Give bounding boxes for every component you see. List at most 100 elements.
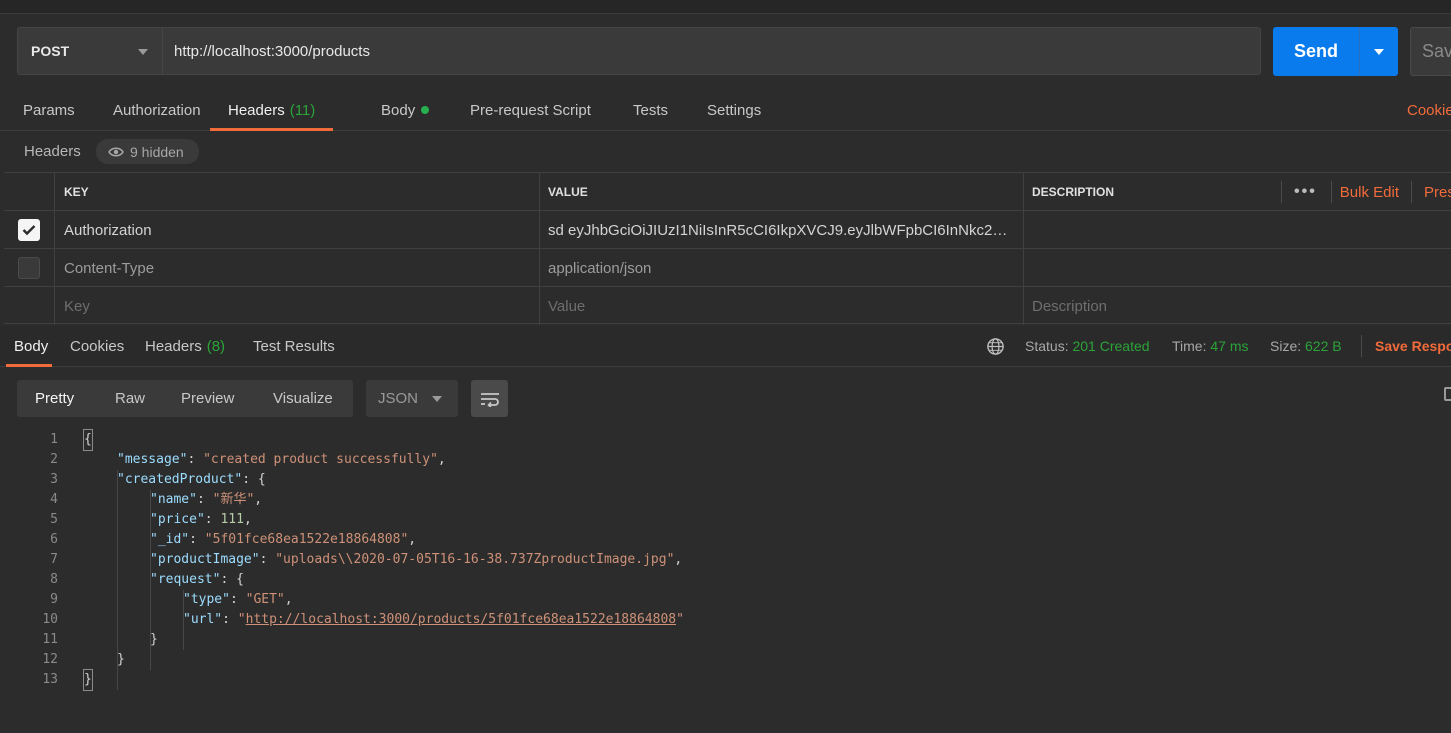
bulk-edit-button[interactable]: Bulk Edit [1340,184,1399,201]
presets-button[interactable]: Presets [1424,184,1451,201]
json-key: "_id" [150,532,190,547]
save-button[interactable]: Save [1410,27,1451,76]
headers-title: Headers [24,143,81,160]
hidden-headers-toggle[interactable]: 9 hidden [96,139,199,164]
code-line: 7 "productImage": "uploads\\2020-07-05T16… [0,550,1451,570]
size-value: 622 B [1305,338,1342,354]
body-indicator-dot [421,106,430,114]
more-options-icon[interactable]: ••• [1294,183,1317,201]
table-row: Content-Type application/json [4,248,1451,287]
close-brace: } [150,632,158,647]
tab-test-results[interactable]: Test Results [253,326,335,366]
format-select[interactable]: JSON [366,380,458,417]
size-readout[interactable]: Size: 622 B [1270,326,1342,366]
response-tabs: Body Cookies Headers (8) Test Results Sta… [0,326,1451,367]
method-select[interactable]: POST [17,27,162,75]
row-checkbox-checked[interactable] [18,219,40,241]
tab-response-body[interactable]: Body [5,326,53,367]
tab-tests[interactable]: Tests [633,90,668,130]
key-placeholder: Key [64,297,90,315]
tab-authorization[interactable]: Authorization [113,90,201,130]
header-value-cell[interactable]: application/json [540,249,1024,287]
row-checkbox-unchecked[interactable] [18,257,40,279]
tab-label: Test Results [253,337,335,355]
view-raw[interactable]: Raw [115,380,145,417]
table-row: Authorization sd eyJhbGciOiJIUzI1NiIsInR… [4,210,1451,249]
status-readout: Status: 201 Created [1025,326,1150,366]
tab-body[interactable]: Body [381,90,430,130]
new-value-input[interactable]: Value [540,287,1024,325]
line-number: 9 [50,592,58,607]
line-number: 4 [50,492,58,507]
tab-headers[interactable]: Headers (11) [210,90,334,131]
tab-pre-request-script[interactable]: Pre-request Script [470,90,591,130]
cookies-link[interactable]: Cookies [1407,90,1451,130]
new-description-input[interactable]: Description [1024,287,1451,325]
divider [1361,326,1362,366]
save-response-button[interactable]: Save Response [1375,326,1451,366]
json-url-link[interactable]: http://localhost:3000/products/5f01fce68… [246,612,676,627]
checkbox-column-header [4,173,55,211]
tab-label: Pre-request Script [470,101,591,119]
send-options-button[interactable] [1360,27,1398,76]
table-actions: ••• Bulk Edit Presets [1280,173,1451,211]
divider [1280,181,1282,203]
code-line: 10 "url": "http://localhost:3000/products… [0,610,1451,630]
wrap-lines-button[interactable] [471,380,508,417]
globe-icon[interactable] [986,326,1005,366]
header-description-cell[interactable] [1024,249,1451,287]
json-string: "GET" [245,592,285,607]
json-key: "productImage" [150,552,260,567]
line-number: 1 [50,432,58,447]
view-preview[interactable]: Preview [181,380,234,417]
line-number: 10 [42,612,58,627]
column-header-key: KEY [55,173,540,211]
response-body-viewer[interactable]: 1{ 2 "message": "created product successf… [0,429,1451,691]
header-value-cell[interactable]: sd eyJhbGciOiJIUzI1NiIsInR5cCI6IkpXVCJ9.… [540,211,1024,249]
description-placeholder: Description [1032,297,1108,315]
header-description-cell[interactable] [1024,211,1451,249]
table-row-new: Key Value Description [4,286,1451,325]
method-label: POST [31,43,70,59]
view-visualize[interactable]: Visualize [273,380,333,417]
tab-response-cookies[interactable]: Cookies [70,326,124,366]
line-number: 3 [50,472,58,487]
header-key-cell[interactable]: Content-Type [55,249,540,287]
header-count: (11) [289,101,316,119]
divider [1411,181,1412,203]
line-number: 11 [42,632,58,647]
value-placeholder: Value [548,297,586,315]
status-label: Status: [1025,338,1069,354]
code-line: 2 "message": "created product successfull… [0,450,1451,470]
format-label: JSON [378,390,419,407]
tab-settings[interactable]: Settings [707,90,761,130]
code-line: 1{ [0,429,1451,451]
code-line: 11} [0,630,1451,650]
code-line: 3 "createdProduct": { [0,470,1451,490]
code-line: 13} [0,669,1451,691]
column-header-value: VALUE [540,173,1024,211]
headers-table: KEY VALUE DESCRIPTION ••• Bulk Edit Pres… [4,172,1451,325]
time-value: 47 ms [1210,338,1249,354]
code-line: 8 "request": { [0,570,1451,590]
json-key: "price" [150,512,205,527]
eye-icon [108,147,124,156]
copy-icon[interactable] [1444,387,1451,401]
tab-label: Tests [633,101,669,119]
row-checkbox-cell [4,249,55,287]
json-string: "uploads\\2020-07-05T16-16-38.737Zproduc… [275,552,675,567]
tab-response-headers[interactable]: Headers (8) [145,326,225,366]
json-quote: " [237,612,246,627]
view-pretty[interactable]: Pretty [35,380,74,417]
tab-params[interactable]: Params [23,90,75,130]
tab-label: Cookies [70,337,125,355]
divider [1330,181,1332,203]
header-key-cell[interactable]: Authorization [55,211,540,249]
new-key-input[interactable]: Key [55,287,540,325]
send-button[interactable]: Send [1273,27,1360,76]
status-value: 201 Created [1072,338,1150,354]
chevron-down-icon [1374,48,1384,55]
json-quote: " [676,612,684,627]
send-button-group: Send [1273,27,1398,76]
url-input[interactable]: http://localhost:3000/products [162,27,1261,75]
